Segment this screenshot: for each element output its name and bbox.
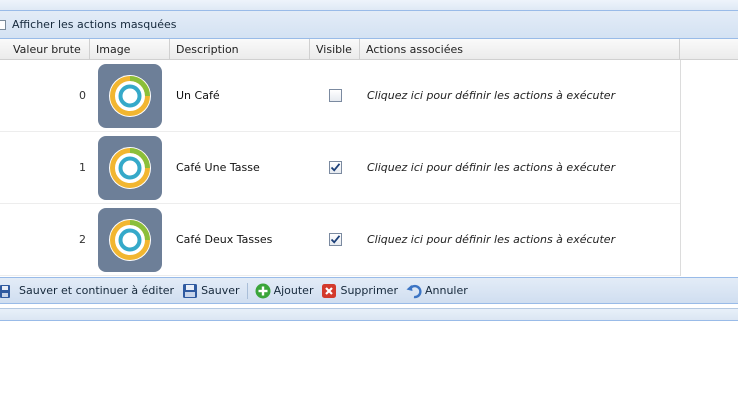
table-row[interactable]: 1 Café Une Tasse Cliquez ici pour défini…: [0, 132, 680, 204]
undo-arrow-icon: [406, 283, 422, 299]
column-header-description[interactable]: Description: [170, 39, 310, 60]
column-header-visible[interactable]: Visible: [310, 39, 360, 60]
floppy-disk-icon: [0, 283, 16, 299]
description-cell[interactable]: Café Une Tasse: [170, 161, 310, 174]
checkmark-icon: [330, 163, 340, 172]
coffee-ring-icon: [98, 135, 162, 200]
bottom-toolbar: Sauver et continuer à éditer Sauver Ajou…: [0, 277, 738, 304]
grid-body: 0 Un Café Cliquez ici pour définir les a…: [0, 60, 681, 276]
coffee-ring-icon: [98, 207, 162, 272]
description-cell[interactable]: Un Café: [170, 89, 310, 102]
show-hidden-actions-bar: Afficher les actions masquées: [0, 11, 738, 39]
column-header-raw-value[interactable]: Valeur brute: [0, 39, 90, 60]
actions-link[interactable]: Cliquez ici pour définir les actions à e…: [360, 161, 680, 174]
checkmark-icon: [330, 235, 340, 244]
delete-label: Supprimer: [340, 284, 398, 297]
add-label: Ajouter: [273, 284, 314, 297]
visible-checkbox[interactable]: [328, 233, 342, 246]
cancel-button[interactable]: Annuler: [402, 280, 472, 302]
show-hidden-actions-checkbox[interactable]: [0, 19, 6, 30]
coffee-ring-icon: [98, 63, 162, 128]
column-header-filler: [680, 39, 738, 60]
visible-cell: [310, 89, 360, 102]
plus-circle-icon: [255, 283, 271, 299]
column-header-image[interactable]: Image: [90, 39, 170, 60]
bottom-panel-edge: [0, 308, 738, 321]
actions-link[interactable]: Cliquez ici pour définir les actions à e…: [360, 233, 680, 246]
raw-value-cell: 2: [79, 233, 86, 246]
grid-header: Valeur brute Image Description Visible A…: [0, 39, 738, 60]
add-button[interactable]: Ajouter: [251, 280, 318, 302]
floppy-disk-icon: [182, 283, 198, 299]
image-cell[interactable]: [90, 63, 170, 128]
raw-value-cell: 0: [79, 89, 86, 102]
save-and-continue-label: Sauver et continuer à éditer: [19, 284, 175, 297]
image-cell[interactable]: [90, 135, 170, 200]
table-row[interactable]: 0 Un Café Cliquez ici pour définir les a…: [0, 60, 680, 132]
save-label: Sauver: [201, 284, 240, 297]
save-and-continue-button[interactable]: Sauver et continuer à éditer: [0, 280, 178, 302]
image-cell[interactable]: [90, 207, 170, 272]
raw-value-cell: 1: [79, 161, 86, 174]
table-row[interactable]: 2 Café Deux Tasses Cliquez ici pour défi…: [0, 204, 680, 276]
visible-cell: [310, 233, 360, 246]
description-cell[interactable]: Café Deux Tasses: [170, 233, 310, 246]
toolbar-separator: [246, 282, 248, 299]
visible-checkbox[interactable]: [328, 161, 342, 174]
page: Afficher les actions masquées Valeur bru…: [0, 0, 738, 393]
save-button[interactable]: Sauver: [178, 280, 244, 302]
delete-x-icon: [321, 283, 337, 299]
column-header-actions[interactable]: Actions associées: [360, 39, 680, 60]
top-panel-edge: [0, 0, 738, 11]
actions-link[interactable]: Cliquez ici pour définir les actions à e…: [360, 89, 680, 102]
cancel-label: Annuler: [424, 284, 468, 297]
visible-checkbox[interactable]: [328, 89, 342, 102]
show-hidden-actions-label[interactable]: Afficher les actions masquées: [12, 18, 177, 31]
delete-button[interactable]: Supprimer: [317, 280, 402, 302]
visible-cell: [310, 161, 360, 174]
